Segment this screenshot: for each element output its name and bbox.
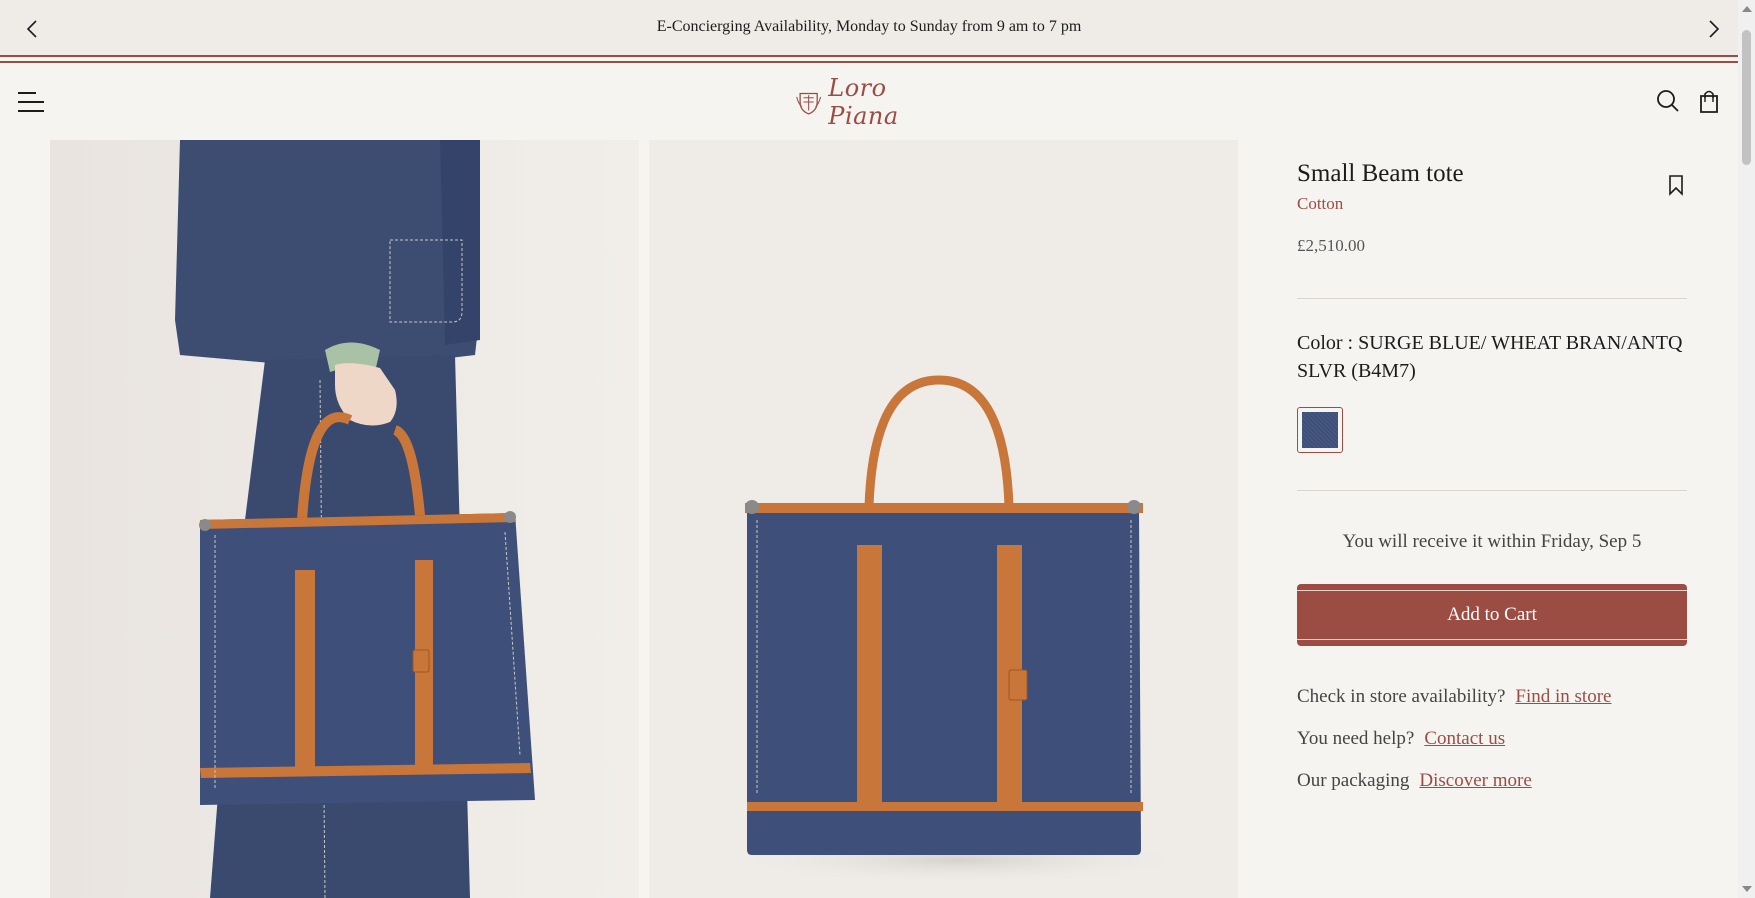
delivery-estimate: You will receive it within Friday, Sep 5 [1342, 531, 1642, 552]
divider [0, 61, 1738, 63]
divider [1297, 298, 1687, 299]
add-to-cart-label: Add to Cart [1447, 604, 1537, 625]
discover-more-link[interactable]: Discover more [1419, 770, 1531, 792]
packaging-question: Our packaging [1297, 770, 1410, 791]
contact-us-link[interactable]: Contact us [1424, 728, 1505, 750]
scroll-down-icon[interactable] [1742, 886, 1752, 892]
site-header: Loro Piana [0, 64, 1738, 140]
scrollbar-thumb[interactable] [1742, 30, 1751, 165]
search-icon[interactable] [1655, 88, 1681, 114]
scroll-up-icon[interactable] [1742, 6, 1752, 12]
bookmark-icon[interactable] [1666, 174, 1686, 196]
divider [1297, 490, 1687, 491]
color-swatch[interactable] [1297, 407, 1343, 453]
help-question: You need help? [1297, 728, 1415, 749]
help-row: You need help? Contact us [1297, 728, 1687, 750]
gallery-image-model[interactable] [50, 140, 639, 898]
find-in-store-link[interactable]: Find in store [1515, 686, 1611, 708]
store-availability-row: Check in store availability? Find in sto… [1297, 686, 1687, 708]
store-question: Check in store availability? [1297, 686, 1506, 707]
crest-icon [796, 92, 822, 115]
packaging-row: Our packaging Discover more [1297, 770, 1687, 792]
color-label: Color : SURGE BLUE/ WHEAT BRAN/ANTQ SLVR… [1297, 332, 1683, 382]
brand-logo[interactable]: Loro Piana [795, 74, 945, 130]
announcement-message: E-Concierging Availability, Monday to Su… [656, 18, 1082, 35]
product-price: £2,510.00 [1297, 236, 1365, 255]
announcement-bar: E-Concierging Availability, Monday to Su… [0, 0, 1738, 63]
hamburger-menu-icon[interactable] [18, 90, 44, 114]
product-material: Cotton [1297, 194, 1344, 213]
product-details: Small Beam tote Cotton £2,510.00 Color :… [1297, 160, 1687, 792]
brand-wordmark: Loro Piana [828, 74, 899, 130]
divider [0, 55, 1738, 57]
product-title: Small Beam tote [1297, 160, 1464, 187]
gallery-image-product[interactable] [649, 140, 1238, 898]
shopping-bag-icon[interactable] [1696, 88, 1722, 114]
chevron-right-icon[interactable] [1702, 18, 1724, 40]
page-scrollbar[interactable] [1738, 0, 1755, 898]
add-to-cart-button[interactable]: Add to Cart [1297, 584, 1687, 646]
